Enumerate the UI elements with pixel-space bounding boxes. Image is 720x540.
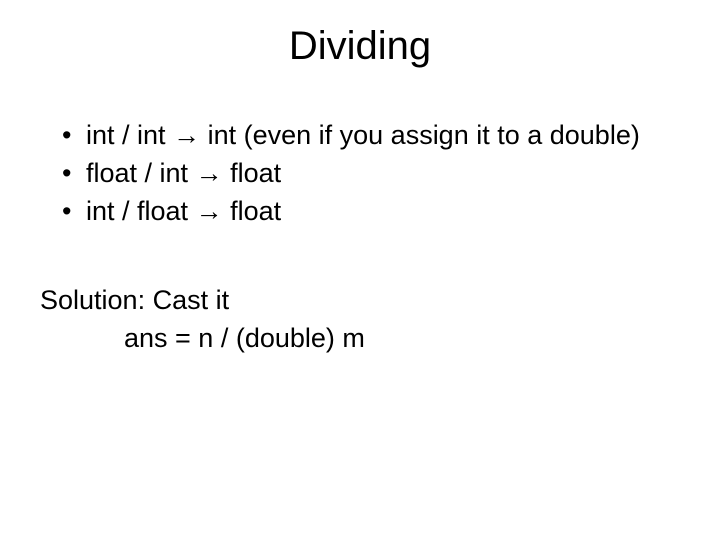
- bullet-left: int / float: [86, 196, 188, 226]
- bullet-left: int / int: [86, 120, 166, 150]
- slide-title: Dividing: [40, 24, 680, 69]
- solution-label: Solution: Cast it: [40, 282, 680, 320]
- bullet-item: float / int → float: [62, 155, 680, 193]
- slide-content: int / int → int (even if you assign it t…: [40, 117, 680, 358]
- arrow-icon: →: [196, 196, 223, 226]
- solution-code: ans = n / (double) m: [40, 320, 680, 358]
- slide-container: Dividing int / int → int (even if you as…: [0, 0, 720, 540]
- bullet-right: int (even if you assign it to a double): [208, 120, 640, 150]
- bullet-item: int / int → int (even if you assign it t…: [62, 117, 680, 155]
- bullet-right: float: [230, 158, 281, 188]
- arrow-icon: →: [173, 120, 200, 150]
- bullet-item: int / float → float: [62, 193, 680, 231]
- bullet-right: float: [230, 196, 281, 226]
- arrow-icon: →: [196, 158, 223, 188]
- bullet-list: int / int → int (even if you assign it t…: [40, 117, 680, 230]
- bullet-left: float / int: [86, 158, 188, 188]
